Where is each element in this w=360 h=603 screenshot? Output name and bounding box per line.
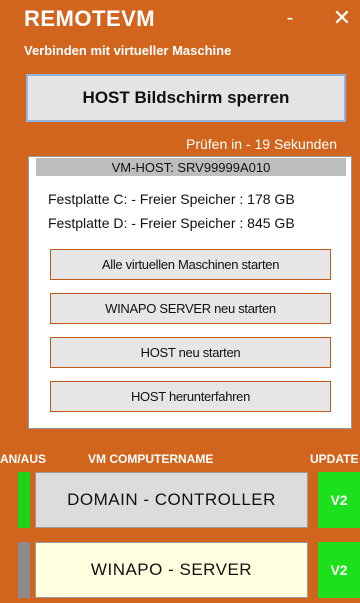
vm-button-winapo-server[interactable]: WINAPO - SERVER [35, 542, 308, 598]
update-badge[interactable]: V2 [318, 542, 360, 598]
minimize-button[interactable]: - [278, 4, 302, 32]
start-all-vms-button[interactable]: Alle virtuellen Maschinen starten [50, 249, 331, 280]
disk-d-free-space: Festplatte D: - Freier Speicher : 845 GB [48, 215, 295, 231]
vm-status-indicator[interactable] [18, 472, 30, 528]
restart-host-button[interactable]: HOST neu starten [50, 337, 331, 368]
vm-button-domain-controller[interactable]: DOMAIN - CONTROLLER [35, 472, 308, 528]
host-lock-screen-button[interactable]: HOST Bildschirm sperren [26, 74, 346, 122]
close-button[interactable]: ✕ [330, 4, 354, 32]
update-badge[interactable]: V2 [318, 472, 360, 528]
column-header-update: UPDATE [310, 452, 359, 466]
vm-status-indicator[interactable] [18, 542, 30, 598]
check-countdown: Prüfen in - 19 Sekunden [186, 136, 337, 152]
app-subtitle: Verbinden mit virtueller Maschine [24, 43, 232, 58]
app-title: REMOTEVM [24, 6, 156, 31]
shutdown-host-button[interactable]: HOST herunterfahren [50, 381, 331, 412]
disk-c-free-space: Festplatte C: - Freier Speicher : 178 GB [48, 191, 295, 207]
column-header-onoff: AN/AUS [0, 452, 47, 466]
column-header-vm-name: VM COMPUTERNAME [88, 452, 214, 466]
restart-winapo-server-button[interactable]: WINAPO SERVER neu starten [50, 293, 331, 324]
vm-host-label: VM-HOST: SRV99999A010 [36, 158, 346, 176]
